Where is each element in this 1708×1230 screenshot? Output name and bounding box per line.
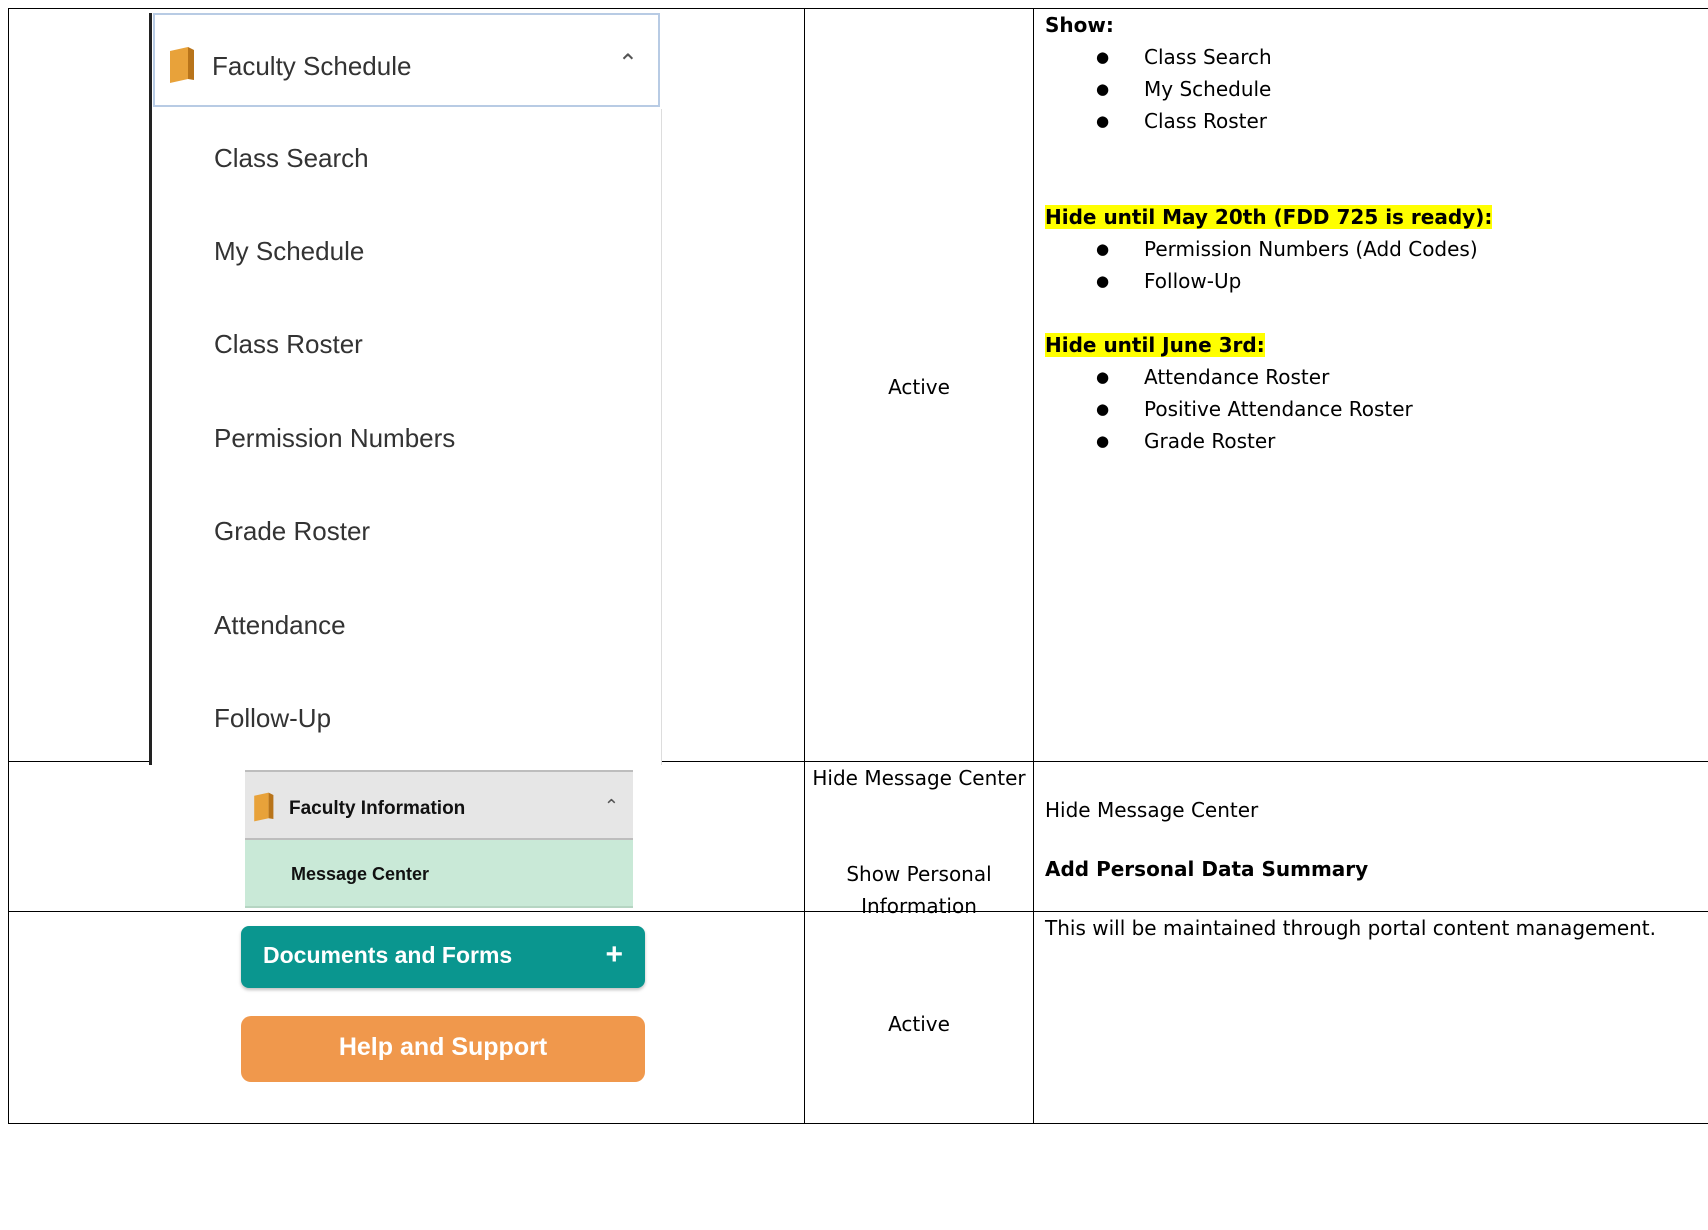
screenshot-cell: Faculty Schedule ⌃ Class Search My Sched… [8, 8, 805, 765]
table-row: Faculty Schedule ⌃ Class Search My Sched… [8, 8, 1708, 765]
menu-item-class-roster[interactable]: Class Roster [214, 329, 363, 360]
list-item: My Schedule [1045, 73, 1698, 105]
status-cell: Active [804, 8, 1034, 762]
status-active: Active [888, 375, 950, 399]
plus-icon: + [605, 938, 623, 971]
help-and-support-label: Help and Support [338, 1033, 548, 1061]
faculty-information-header[interactable]: Faculty Information ⌃ [245, 770, 633, 840]
list-item: Class Roster [1045, 105, 1698, 137]
faculty-schedule-title: Faculty Schedule [212, 51, 412, 81]
menu-item-follow-up[interactable]: Follow-Up [214, 703, 331, 734]
notes-cell: This will be maintained through portal c… [1033, 911, 1708, 1124]
notes-cell: Hide Message Center Add Personal Data Su… [1033, 761, 1708, 912]
list-item: Grade Roster [1045, 425, 1698, 457]
show-list: Class Search My Schedule Class Roster [1045, 41, 1698, 137]
list-item: Class Search [1045, 41, 1698, 73]
menu-item-attendance[interactable]: Attendance [214, 610, 346, 641]
menu-right-border [661, 109, 662, 765]
chevron-up-icon[interactable]: ⌃ [604, 796, 619, 817]
book-icon [254, 792, 274, 822]
faculty-information-title: Faculty Information [289, 798, 466, 819]
menu-item-grade-roster[interactable]: Grade Roster [214, 516, 370, 547]
note-portal-content: This will be maintained through portal c… [1045, 916, 1656, 940]
show-heading: Show: [1045, 13, 1114, 37]
note-hide-message-center: Hide Message Center [1045, 798, 1259, 822]
document-page: Faculty Schedule ⌃ Class Search My Sched… [0, 0, 1708, 1230]
menu-item-permission-numbers[interactable]: Permission Numbers [214, 423, 455, 454]
hide-may-heading: Hide until May 20th (FDD 725 is ready): [1045, 205, 1493, 229]
menu-item-message-center[interactable]: Message Center [245, 840, 633, 908]
notes-cell: Show: Class Search My Schedule Class Ros… [1033, 8, 1708, 762]
status-cell: Active [804, 911, 1034, 1124]
faculty-schedule-menu: Faculty Schedule ⌃ Class Search My Sched… [149, 13, 662, 765]
list-item: Follow-Up [1045, 265, 1698, 297]
documents-and-forms-label: Documents and Forms [263, 942, 513, 968]
note-add-personal-data: Add Personal Data Summary [1045, 857, 1369, 881]
chevron-up-icon[interactable]: ⌃ [618, 49, 638, 78]
screenshot-cell: Faculty Information ⌃ Message Center [8, 761, 805, 912]
table-row: Faculty Information ⌃ Message Center Hid… [8, 761, 1708, 918]
help-and-support-button[interactable]: Help and Support [241, 1016, 645, 1082]
screenshot-cell: Documents and Forms + Help and Support [8, 911, 805, 1124]
table-row: Documents and Forms + Help and Support A… [8, 911, 1708, 1124]
hide-june-heading: Hide until June 3rd: [1045, 333, 1265, 357]
status-active: Active [888, 1012, 950, 1036]
hide-june-list: Attendance Roster Positive Attendance Ro… [1045, 361, 1698, 457]
status-hide-message-center: Hide Message Center [812, 766, 1026, 790]
faculty-schedule-header[interactable]: Faculty Schedule ⌃ [153, 13, 660, 107]
status-cell: Hide Message Center Show Personal Inform… [804, 761, 1034, 918]
list-item: Attendance Roster [1045, 361, 1698, 393]
menu-item-class-search[interactable]: Class Search [214, 143, 369, 174]
documents-and-forms-button[interactable]: Documents and Forms + [241, 926, 645, 988]
hide-may-list: Permission Numbers (Add Codes) Follow-Up [1045, 233, 1698, 297]
message-center-label: Message Center [291, 864, 430, 884]
spec-table: Faculty Schedule ⌃ Class Search My Sched… [8, 8, 1708, 1124]
list-item: Positive Attendance Roster [1045, 393, 1698, 425]
notes-block: Show: Class Search My Schedule Class Ros… [1045, 9, 1698, 457]
menu-item-my-schedule[interactable]: My Schedule [214, 236, 364, 267]
list-item: Permission Numbers (Add Codes) [1045, 233, 1698, 265]
book-icon [170, 47, 194, 83]
faculty-information-menu: Faculty Information ⌃ Message Center [245, 770, 633, 908]
